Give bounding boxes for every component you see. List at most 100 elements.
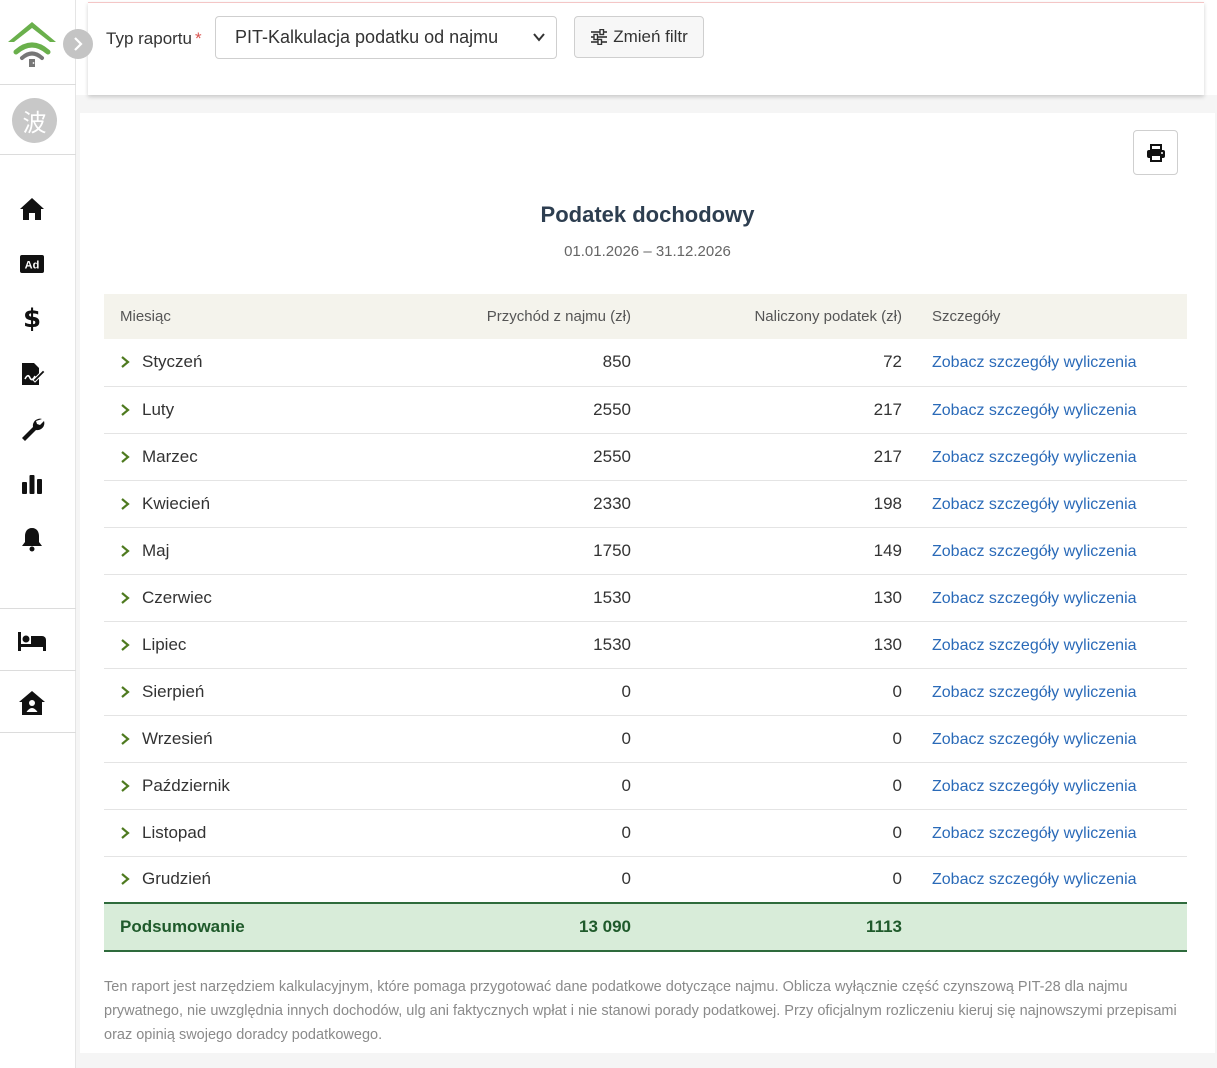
income-cell: 0 xyxy=(330,668,631,716)
month-cell[interactable]: Październik xyxy=(104,762,330,810)
month-cell[interactable]: Marzec xyxy=(104,433,330,481)
sidebar-expand-button[interactable] xyxy=(63,29,93,59)
sliders-icon xyxy=(591,29,608,45)
details-link[interactable]: Zobacz szczegóły wyliczenia xyxy=(932,825,1137,842)
month-expander[interactable]: Lipiec xyxy=(120,635,330,655)
house-user-icon[interactable] xyxy=(17,688,47,718)
details-link[interactable]: Zobacz szczegóły wyliczenia xyxy=(932,496,1137,513)
column-header-income: Przychód z najmu (zł) xyxy=(330,294,631,339)
chevron-right-icon xyxy=(121,732,130,745)
tax-cell: 217 xyxy=(631,433,902,481)
month-expander[interactable]: Maj xyxy=(120,541,330,561)
chevron-right-icon xyxy=(121,591,130,604)
summary-empty-cell xyxy=(902,902,1187,952)
chevron-right-icon xyxy=(74,37,83,51)
sidebar-divider xyxy=(0,154,76,155)
details-cell: Zobacz szczegóły wyliczenia xyxy=(902,433,1187,481)
tax-cell: 0 xyxy=(631,856,902,904)
month-cell[interactable]: Kwiecień xyxy=(104,480,330,528)
change-filter-label: Zmień filtr xyxy=(613,27,688,46)
ad-icon[interactable]: Ad xyxy=(17,249,47,279)
bed-icon[interactable] xyxy=(17,626,47,656)
chevron-right-icon xyxy=(121,544,130,557)
tax-cell: 0 xyxy=(631,668,902,716)
ad-icon-text: Ad xyxy=(25,260,40,272)
month-cell[interactable]: Maj xyxy=(104,527,330,575)
chevron-right-icon xyxy=(121,685,130,698)
month-expander[interactable]: Luty xyxy=(120,400,330,420)
month-cell[interactable]: Wrzesień xyxy=(104,715,330,763)
month-expander[interactable]: Styczeń xyxy=(120,352,330,372)
change-filter-button[interactable]: Zmień filtr xyxy=(574,16,704,58)
table-row: Kwiecień 2330 198 Zobacz szczegóły wylic… xyxy=(104,480,1187,528)
summary-income-total: 13 090 xyxy=(330,902,631,952)
income-cell: 0 xyxy=(330,715,631,763)
avatar[interactable]: 波 xyxy=(12,98,57,143)
app-logo[interactable] xyxy=(6,18,58,70)
chevron-right-icon xyxy=(121,638,130,651)
chevron-right-icon xyxy=(121,403,130,416)
print-button[interactable] xyxy=(1133,130,1178,175)
print-icon xyxy=(1146,143,1165,162)
month-name: Sierpień xyxy=(142,681,205,701)
chevron-right-icon xyxy=(121,826,130,839)
details-link[interactable]: Zobacz szczegóły wyliczenia xyxy=(932,637,1137,654)
dollar-icon[interactable]: $ xyxy=(17,304,47,334)
tax-cell: 0 xyxy=(631,809,902,857)
income-cell: 2330 xyxy=(330,480,631,528)
month-name: Kwiecień xyxy=(142,493,211,513)
month-cell[interactable]: Listopad xyxy=(104,809,330,857)
details-link[interactable]: Zobacz szczegóły wyliczenia xyxy=(932,354,1137,371)
month-expander[interactable]: Marzec xyxy=(120,447,330,467)
tax-cell: 72 xyxy=(631,339,902,387)
month-cell[interactable]: Sierpień xyxy=(104,668,330,716)
signature-icon[interactable] xyxy=(17,359,47,389)
table-row: Marzec 2550 217 Zobacz szczegóły wylicze… xyxy=(104,433,1187,481)
month-name: Marzec xyxy=(142,446,198,466)
report-type-selected-value: PIT-Kalkulacja podatku od najmu xyxy=(235,27,499,47)
month-cell[interactable]: Czerwiec xyxy=(104,574,330,622)
details-cell: Zobacz szczegóły wyliczenia xyxy=(902,809,1187,857)
month-expander[interactable]: Październik xyxy=(120,776,330,796)
details-cell: Zobacz szczegóły wyliczenia xyxy=(902,668,1187,716)
filter-bar: Typ raportu * PIT-Kalkulacja podatku od n… xyxy=(88,2,1204,95)
income-cell: 0 xyxy=(330,809,631,857)
month-cell[interactable]: Styczeń xyxy=(104,339,330,387)
details-link[interactable]: Zobacz szczegóły wyliczenia xyxy=(932,543,1137,560)
chart-icon[interactable] xyxy=(17,469,47,499)
details-link[interactable]: Zobacz szczegóły wyliczenia xyxy=(932,684,1137,701)
details-cell: Zobacz szczegóły wyliczenia xyxy=(902,762,1187,810)
month-expander[interactable]: Grudzień xyxy=(120,869,330,889)
details-link[interactable]: Zobacz szczegóły wyliczenia xyxy=(932,449,1137,466)
column-header-details: Szczegóły xyxy=(902,294,1187,339)
table-row: Lipiec 1530 130 Zobacz szczegóły wylicze… xyxy=(104,621,1187,669)
table-row: Maj 1750 149 Zobacz szczegóły wyliczenia xyxy=(104,527,1187,575)
details-link[interactable]: Zobacz szczegóły wyliczenia xyxy=(932,778,1137,795)
details-link[interactable]: Zobacz szczegóły wyliczenia xyxy=(932,871,1137,888)
details-cell: Zobacz szczegóły wyliczenia xyxy=(902,621,1187,669)
details-link[interactable]: Zobacz szczegóły wyliczenia xyxy=(932,731,1137,748)
details-cell: Zobacz szczegóły wyliczenia xyxy=(902,386,1187,434)
month-expander[interactable]: Sierpień xyxy=(120,682,330,702)
month-expander[interactable]: Kwiecień xyxy=(120,494,330,514)
month-cell[interactable]: Lipiec xyxy=(104,621,330,669)
month-expander[interactable]: Wrzesień xyxy=(120,729,330,749)
summary-label: Podsumowanie xyxy=(104,902,330,952)
month-expander[interactable]: Listopad xyxy=(120,823,330,843)
summary-row: Podsumowanie 13 090 1113 xyxy=(104,902,1187,952)
month-cell[interactable]: Luty xyxy=(104,386,330,434)
month-cell[interactable]: Grudzień xyxy=(104,856,330,904)
tax-cell: 130 xyxy=(631,621,902,669)
chevron-right-icon xyxy=(121,779,130,792)
report-type-select[interactable]: PIT-Kalkulacja podatku od najmu xyxy=(215,16,557,59)
tax-cell: 217 xyxy=(631,386,902,434)
details-link[interactable]: Zobacz szczegóły wyliczenia xyxy=(932,402,1137,419)
income-cell: 0 xyxy=(330,856,631,904)
tax-cell: 130 xyxy=(631,574,902,622)
details-link[interactable]: Zobacz szczegóły wyliczenia xyxy=(932,590,1137,607)
home-icon[interactable] xyxy=(17,194,47,224)
month-expander[interactable]: Czerwiec xyxy=(120,588,330,608)
wrench-icon[interactable] xyxy=(17,414,47,444)
tax-cell: 0 xyxy=(631,762,902,810)
bell-icon[interactable] xyxy=(17,524,47,554)
